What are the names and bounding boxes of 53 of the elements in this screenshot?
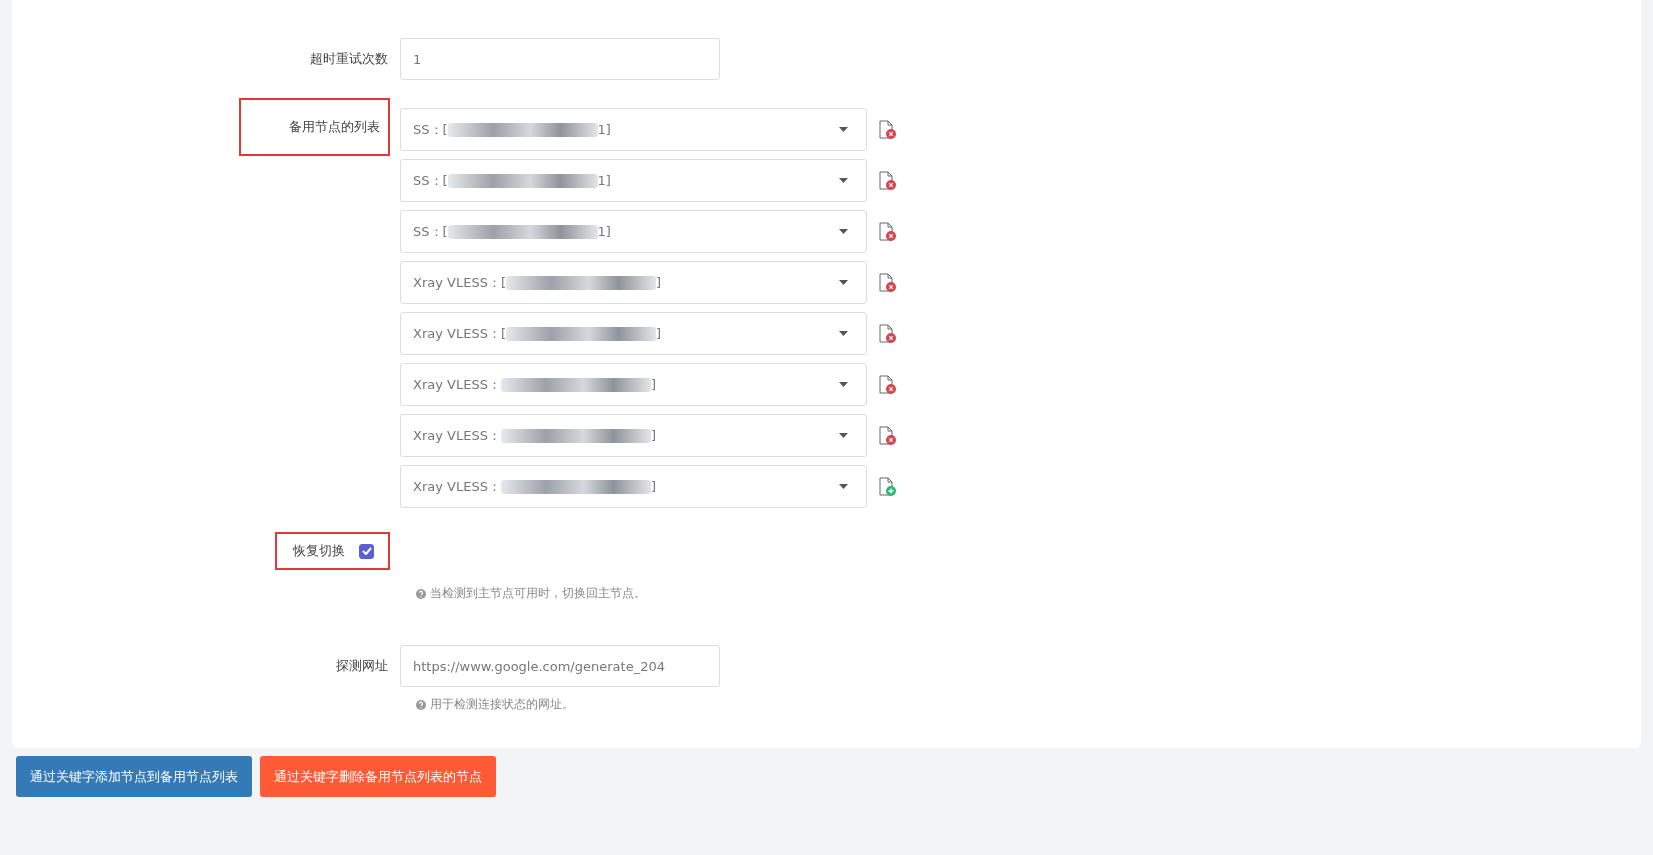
select-value: ] bbox=[655, 275, 662, 290]
select-value: ] bbox=[655, 326, 662, 341]
select-value: Xray VLESS： bbox=[413, 375, 501, 394]
input-field[interactable]: https://www.google.com/generate_204 bbox=[400, 645, 720, 687]
select-value: Xray VLESS： bbox=[413, 477, 501, 496]
node-select[interactable]: SS：[ 1] bbox=[400, 159, 867, 202]
field-label: 备用节点的列表 bbox=[241, 100, 388, 154]
input-field[interactable]: 1 bbox=[400, 38, 720, 80]
caret-icon bbox=[839, 433, 848, 438]
node-select[interactable]: Xray VLESS： ] bbox=[400, 363, 867, 406]
select-value: ] bbox=[650, 428, 656, 443]
file-remove-icon[interactable] bbox=[879, 221, 897, 242]
file-add-icon[interactable] bbox=[879, 476, 897, 497]
file-remove-icon[interactable] bbox=[879, 425, 897, 446]
select-value: 1] bbox=[597, 224, 611, 239]
select-value: 1] bbox=[597, 122, 611, 137]
action-button[interactable]: 通过关键字添加节点到备用节点列表 bbox=[16, 756, 252, 797]
node-select[interactable]: SS：[ 1] bbox=[400, 108, 867, 151]
file-remove-icon[interactable] bbox=[879, 374, 897, 395]
node-select[interactable]: Xray VLESS： ] bbox=[400, 414, 867, 457]
node-select[interactable]: SS：[ 1] bbox=[400, 210, 867, 253]
select-value: ] bbox=[650, 479, 656, 494]
select-value: Xray VLESS：[ bbox=[413, 273, 506, 292]
node-select[interactable]: Xray VLESS：[ ] bbox=[400, 312, 867, 355]
node-select[interactable]: Xray VLESS： ] bbox=[400, 465, 867, 508]
field-label: 恢复切换 bbox=[293, 542, 345, 560]
caret-icon bbox=[839, 331, 848, 336]
select-value: SS：[ bbox=[413, 171, 448, 190]
caret-icon bbox=[839, 178, 848, 183]
select-value: Xray VLESS：[ bbox=[413, 324, 506, 343]
select-value: 1] bbox=[597, 173, 611, 188]
file-remove-icon[interactable] bbox=[879, 272, 897, 293]
node-select[interactable]: Xray VLESS：[ ] bbox=[400, 261, 867, 304]
select-value: Xray VLESS： bbox=[413, 426, 501, 445]
file-remove-icon[interactable] bbox=[879, 323, 897, 344]
file-remove-icon[interactable] bbox=[879, 170, 897, 191]
select-value: SS：[ bbox=[413, 120, 448, 139]
field-label: 超时重试次数 bbox=[310, 50, 388, 68]
help-text: 用于检测连接状态的网址。 bbox=[430, 697, 574, 712]
checkbox[interactable] bbox=[359, 543, 374, 559]
help-icon bbox=[416, 699, 426, 710]
caret-icon bbox=[839, 229, 848, 234]
select-value: ] bbox=[650, 377, 656, 392]
caret-icon bbox=[839, 127, 848, 132]
select-value: SS：[ bbox=[413, 222, 448, 241]
caret-icon bbox=[839, 382, 848, 387]
field-label: 探测网址 bbox=[336, 657, 388, 675]
caret-icon bbox=[839, 484, 848, 489]
caret-icon bbox=[839, 280, 848, 285]
help-text: 当检测到主节点可用时，切换回主节点。 bbox=[430, 586, 646, 601]
help-icon bbox=[416, 588, 426, 599]
file-remove-icon[interactable] bbox=[879, 119, 897, 140]
action-button[interactable]: 通过关键字删除备用节点列表的节点 bbox=[260, 756, 496, 797]
